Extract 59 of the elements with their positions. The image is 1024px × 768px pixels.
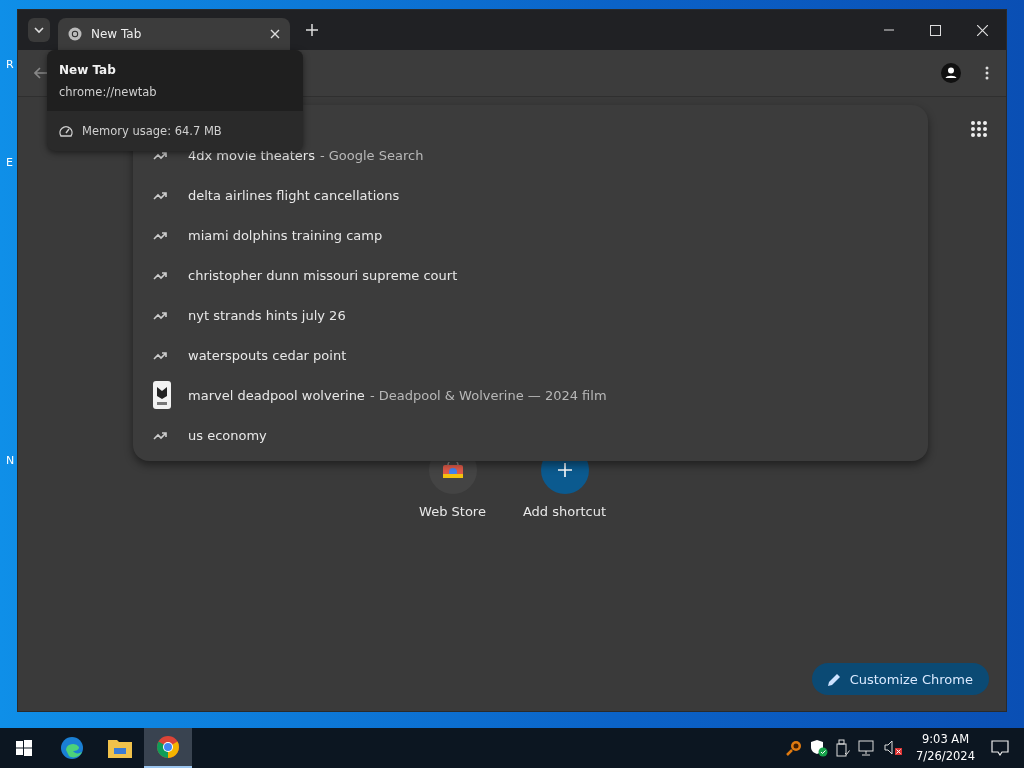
trending-icon — [153, 230, 167, 240]
taskbar-app[interactable] — [144, 728, 192, 768]
suggestion-item[interactable]: christopher dunn missouri supreme court — [133, 255, 928, 295]
memory-usage-text: Memory usage: 64.7 MB — [82, 124, 222, 138]
suggestion-text: nyt strands hints july 26 — [188, 307, 346, 323]
gauge-icon — [59, 125, 73, 137]
tab-search-button[interactable] — [28, 18, 50, 42]
suggestion-item[interactable]: marvel deadpool wolverine - Deadpool & Wolverine — 2024 film — [133, 375, 928, 415]
pencil-icon — [827, 672, 841, 686]
desktop-icon-label: N — [6, 454, 15, 467]
chrome-icon — [68, 27, 82, 41]
suggestion-text: miami dolphins training camp — [188, 227, 383, 243]
back-arrow-icon[interactable] — [34, 67, 48, 79]
chrome-icon — [156, 735, 180, 759]
network-icon[interactable] — [858, 740, 877, 756]
close-icon[interactable] — [977, 24, 988, 36]
trending-icon — [153, 310, 167, 320]
usb-drive-icon[interactable] — [836, 739, 851, 757]
profile-icon[interactable] — [941, 63, 961, 83]
suggestion-text: waterspouts cedar point — [188, 347, 347, 363]
edge-icon — [60, 736, 84, 760]
desktop-icon-label: R — [6, 58, 14, 71]
maximize-icon[interactable] — [930, 24, 941, 36]
tab-title: New Tab — [91, 27, 143, 41]
suggestion-detail: - Google Search — [319, 147, 424, 163]
suggestion-item[interactable]: nyt strands hints july 26 — [133, 295, 928, 335]
suggestion-text: marvel deadpool wolverine — [188, 387, 365, 403]
suggestion-item[interactable]: us economy — [133, 415, 928, 455]
suggestion-item[interactable]: delta airlines flight cancellations — [133, 175, 928, 215]
windows-start-icon[interactable] — [16, 740, 32, 756]
shield-icon[interactable] — [810, 739, 829, 757]
hover-card-url: chrome://newtab — [59, 85, 158, 99]
customize-chrome-button[interactable]: Customize Chrome — [811, 663, 989, 695]
close-icon[interactable] — [270, 29, 280, 39]
suggestion-text: delta airlines flight cancellations — [188, 187, 400, 203]
trending-icon — [153, 350, 167, 360]
clock-date: 7/26/2024 — [916, 748, 975, 765]
magnifier-icon[interactable] — [786, 740, 803, 756]
suggestion-item[interactable]: waterspouts cedar point — [133, 335, 928, 375]
suggestion-detail: - Deadpool & Wolverine — 2024 film — [369, 387, 607, 403]
apps-grid-icon[interactable] — [970, 120, 988, 138]
chevron-down-icon — [33, 26, 45, 34]
desktop-icon-label: E — [6, 156, 13, 169]
suggestion-text: us economy — [188, 427, 267, 443]
menu-icon[interactable] — [985, 66, 989, 80]
notification-icon[interactable] — [991, 740, 1009, 756]
suggestion-text: 4dx movie theaters — [188, 147, 315, 163]
muted-speaker-icon[interactable] — [884, 740, 903, 756]
suggestion-item[interactable]: miami dolphins training camp — [133, 215, 928, 255]
folder-icon — [108, 738, 132, 758]
trending-icon — [153, 190, 167, 200]
trending-icon — [153, 150, 167, 160]
trending-icon — [153, 270, 167, 280]
suggestion-text: christopher dunn missouri supreme court — [188, 267, 458, 283]
new-tab-icon[interactable] — [306, 24, 318, 36]
trending-icon — [153, 430, 167, 440]
clock-time: 9:03 AM — [921, 731, 970, 748]
browser-tab[interactable]: New Tab — [58, 18, 290, 50]
hover-card-title: New Tab — [59, 63, 117, 77]
